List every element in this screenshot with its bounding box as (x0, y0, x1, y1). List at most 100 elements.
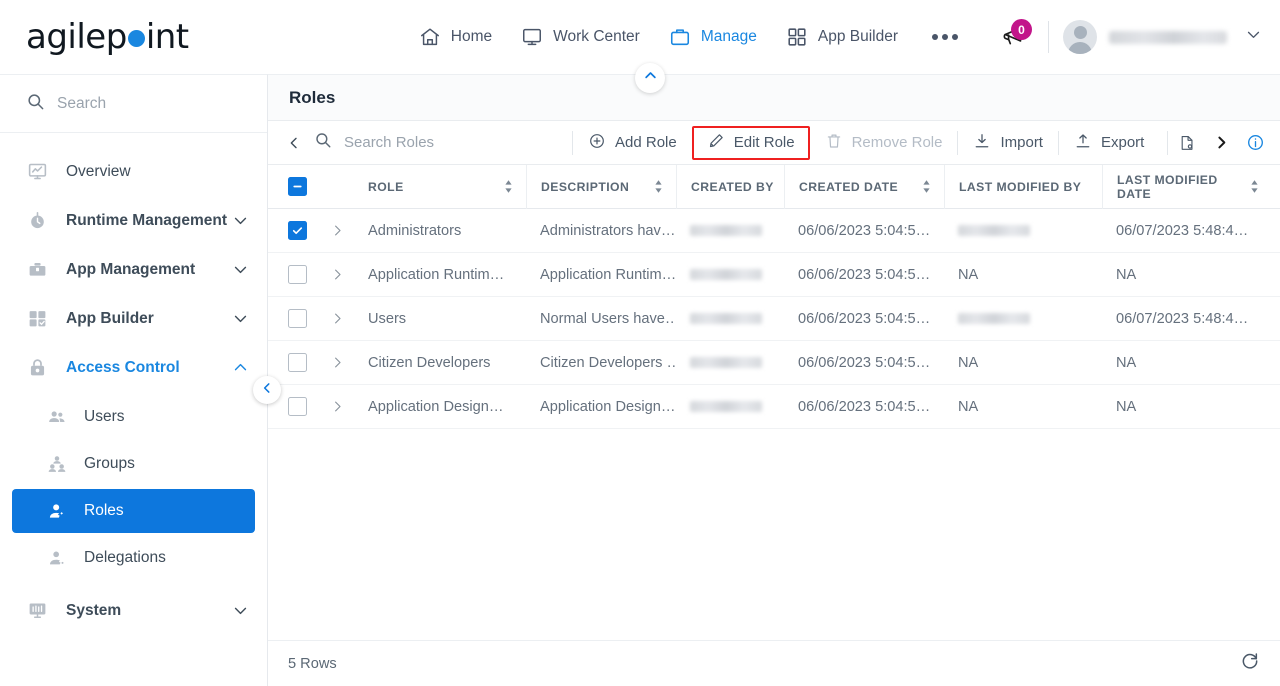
table-row[interactable]: Users Normal Users have… 06/06/2023 5:04:5… (268, 297, 1280, 341)
add-role-button[interactable]: Add Role (573, 128, 692, 158)
row-checkbox[interactable] (288, 397, 307, 416)
search-roles-placeholder: Search Roles (344, 134, 435, 151)
row-count-label: 5 Rows (288, 655, 337, 672)
cell-created-date: 06/06/2023 5:04:5… (798, 310, 931, 327)
table-row[interactable]: Administrators Administrators hav… 06/06/2… (268, 209, 1280, 253)
system-monitor-icon (24, 600, 50, 621)
app-root: agilep int Home Work Center Manage App B… (0, 0, 1280, 686)
nav-item-manage[interactable]: Manage (668, 25, 757, 49)
cell-description: Administrators hav… (540, 222, 676, 239)
cell-role: Users (368, 310, 407, 327)
cell-created-by (676, 385, 784, 429)
report-document-icon[interactable] (1172, 134, 1202, 152)
refresh-icon[interactable] (1240, 651, 1260, 676)
sidebar-item-access-control[interactable]: Access Control (0, 343, 267, 392)
chevron-right-icon[interactable] (330, 355, 345, 370)
row-expander-cell (320, 297, 354, 341)
cell-created-date: 06/06/2023 5:04:5… (798, 398, 931, 415)
sort-icon[interactable] (653, 179, 664, 194)
remove-role-button[interactable]: Remove Role (810, 128, 958, 158)
overview-chart-icon (24, 161, 50, 182)
toolbar-scroll-right-button[interactable] (1206, 134, 1236, 151)
toolbar-scroll-left-button[interactable] (280, 135, 308, 151)
nav-item-app-builder[interactable]: App Builder (785, 25, 898, 49)
sidebar-search-input[interactable]: Search (0, 75, 267, 133)
column-header-created-date[interactable]: CREATED DATE (784, 164, 944, 209)
sidebar-item-system-label: System (66, 601, 122, 619)
briefcase-icon (668, 25, 692, 49)
sidebar-item-users-label: Users (84, 408, 125, 425)
users-icon (44, 407, 70, 427)
announcement-badge: 0 (1011, 19, 1032, 40)
chevron-right-icon[interactable] (330, 267, 345, 282)
expander-header (320, 165, 354, 209)
info-circle-icon[interactable] (1240, 133, 1270, 152)
column-header-created-by[interactable]: CREATED BY (676, 164, 784, 209)
chevron-right-icon[interactable] (330, 311, 345, 326)
cell-last-modified-date: NA (1116, 266, 1137, 283)
edit-role-button[interactable]: Edit Role (691, 125, 810, 160)
cell-created-by (676, 209, 784, 253)
row-select-cell (268, 253, 320, 297)
cell-description: Application Runtim… (540, 266, 676, 283)
row-checkbox[interactable] (288, 265, 307, 284)
sidebar-item-groups[interactable]: Groups (12, 442, 255, 486)
user-menu[interactable] (1063, 20, 1262, 54)
import-label: Import (1000, 134, 1043, 151)
panel-collapse-button[interactable] (635, 63, 665, 93)
sidebar-item-app-builder[interactable]: App Builder (0, 294, 267, 343)
chevron-down-icon (232, 261, 249, 278)
chevron-right-icon[interactable] (330, 399, 345, 414)
column-header-role[interactable]: ROLE (354, 165, 526, 209)
toolbar-end-cluster (1167, 130, 1270, 155)
row-checkbox[interactable] (288, 221, 307, 240)
stopwatch-icon (24, 210, 50, 231)
cell-description: Citizen Developers … (540, 354, 676, 371)
cell-last-modified-by: NA (958, 398, 979, 415)
sort-icon[interactable] (503, 179, 514, 194)
nav-item-work-center[interactable]: Work Center (520, 25, 640, 49)
announcements-button[interactable]: 0 (994, 17, 1034, 57)
monitor-icon (520, 25, 544, 49)
cell-last-modified-date: 06/07/2023 5:48:4… (1116, 222, 1249, 239)
table-row[interactable]: Application Runtim… Application Runtim… 06… (268, 253, 1280, 297)
chevron-right-icon[interactable] (330, 223, 345, 238)
home-icon (418, 25, 442, 49)
sidebar-item-overview[interactable]: Overview (0, 147, 267, 196)
search-roles-input[interactable]: Search Roles (314, 131, 572, 154)
sidebar-item-roles-label: Roles (84, 502, 124, 519)
sidebar-collapse-button[interactable] (253, 376, 281, 404)
row-checkbox[interactable] (288, 353, 307, 372)
column-header-description[interactable]: DESCRIPTION (526, 164, 676, 209)
import-button[interactable]: Import (958, 128, 1058, 158)
export-button[interactable]: Export (1059, 128, 1159, 158)
sidebar-item-users[interactable]: Users (12, 395, 255, 439)
nav-item-home[interactable]: Home (418, 25, 492, 49)
created-by-redacted (690, 269, 762, 280)
row-select-cell (268, 209, 320, 253)
sidebar-item-runtime-management[interactable]: Runtime Management (0, 196, 267, 245)
nav-more-button[interactable] (926, 34, 964, 40)
column-header-last-modified-date[interactable]: LAST MODIFIED DATE (1102, 164, 1272, 209)
cell-last-modified-date: 06/07/2023 5:48:4… (1116, 310, 1249, 327)
remove-role-label: Remove Role (851, 134, 943, 151)
table-row[interactable]: Citizen Developers Citizen Developers … 06… (268, 341, 1280, 385)
row-checkbox[interactable] (288, 309, 307, 328)
sidebar-item-roles[interactable]: Roles (12, 489, 255, 533)
table-row[interactable]: Application Design… Application Design… 06… (268, 385, 1280, 429)
column-header-description-label: DESCRIPTION (541, 179, 630, 194)
roles-grid: ROLE DESCRIPTION CREATED BY CREATED DATE (268, 164, 1280, 685)
sidebar-item-delegations[interactable]: Delegations (12, 536, 255, 580)
cell-created-date: 06/06/2023 5:04:5… (798, 266, 931, 283)
sort-icon[interactable] (921, 179, 932, 194)
column-header-last-modified-by[interactable]: LAST MODIFIED BY (944, 164, 1102, 209)
sidebar-item-system[interactable]: System (0, 586, 267, 635)
sidebar-search-placeholder: Search (57, 94, 107, 112)
sidebar-item-runtime-management-label: Runtime Management (66, 211, 228, 229)
sidebar-item-app-management[interactable]: App Management (0, 245, 267, 294)
column-header-created-date-label: CREATED DATE (799, 179, 899, 194)
agilepoint-logo[interactable]: agilep int (26, 17, 189, 57)
created-by-redacted (690, 357, 762, 368)
sort-icon[interactable] (1249, 179, 1260, 194)
select-all-checkbox[interactable] (288, 177, 307, 196)
